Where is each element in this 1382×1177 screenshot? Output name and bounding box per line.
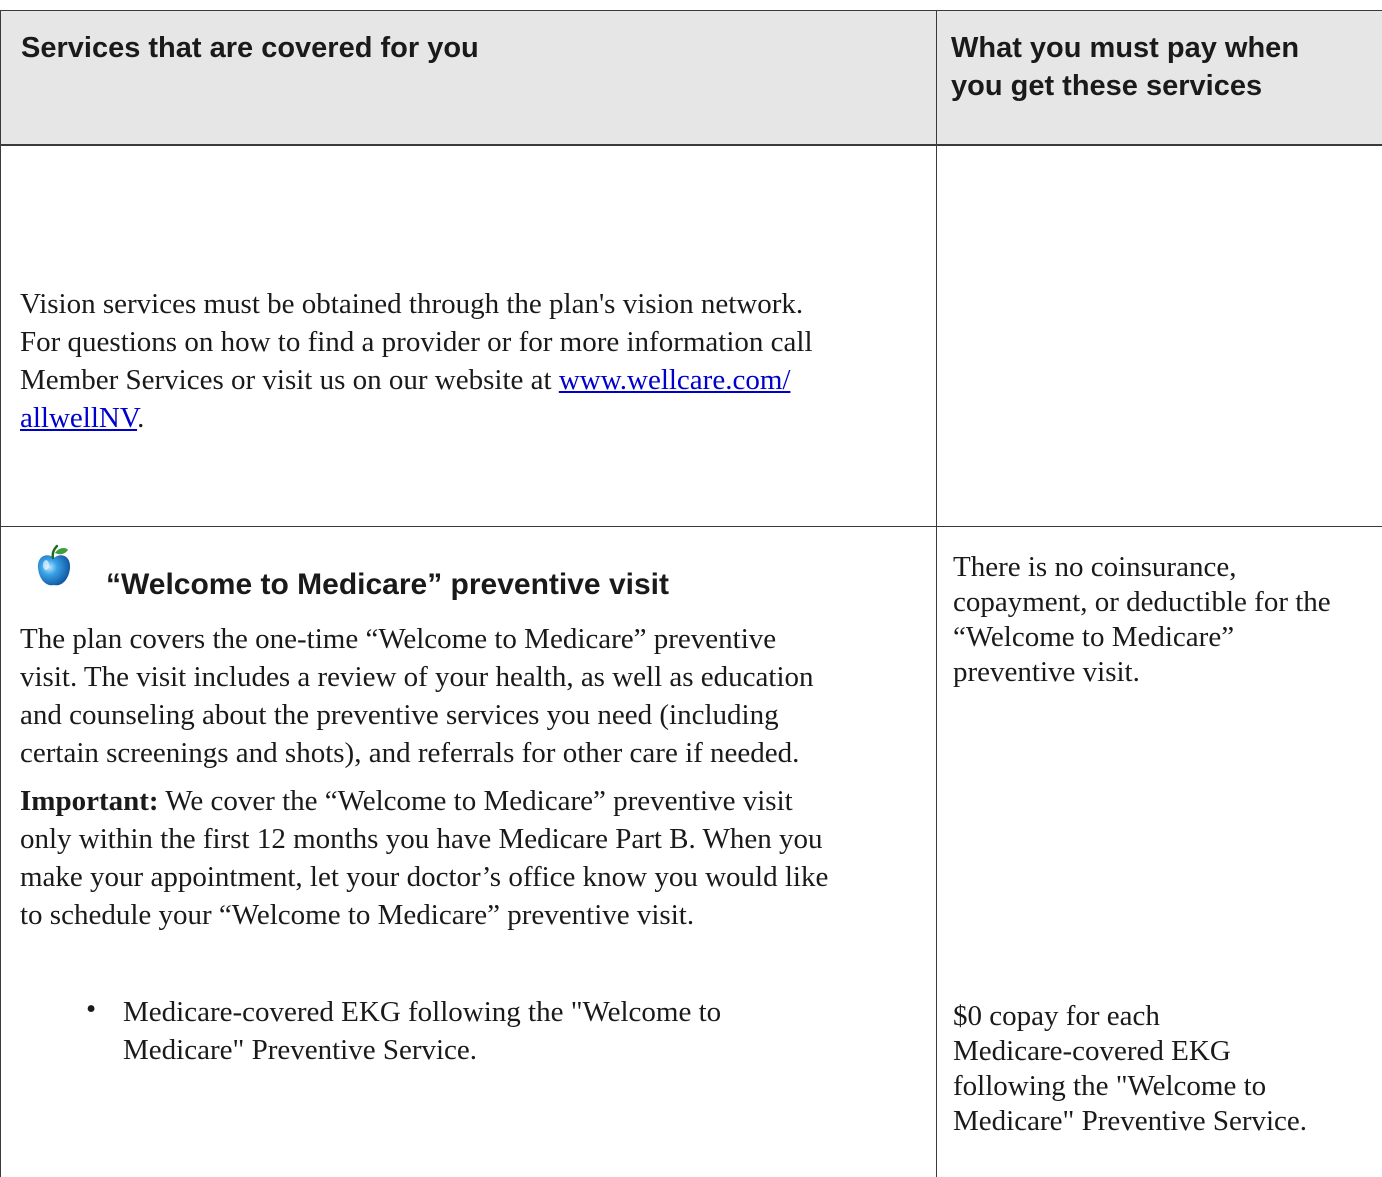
apple-icon [37,544,71,586]
ekg-cost-line1: $0 copay for each [953,1000,1160,1032]
table-left-border [0,10,1,1177]
vision-text-line1: Vision services must be obtained through… [20,288,804,320]
important-line2: only within the first 12 months you have… [20,823,823,855]
ekg-bullet: • [86,993,97,1025]
header-what-you-pay-line2: you get these services [951,70,1263,102]
ekg-text-line2: Medicare" Preventive Service. [123,1034,478,1066]
header-bottom-border [0,144,1382,146]
ekg-text-line1: Medicare-covered EKG following the "Welc… [123,996,722,1028]
ekg-cost-line2: Medicare-covered EKG [953,1035,1231,1067]
wellcare-website-link-part1[interactable]: www.wellcare.com/ [559,364,791,396]
column-divider [936,10,937,1177]
welcome-to-medicare-title: “Welcome to Medicare” preventive visit [106,568,669,601]
vision-text-line3: Member Services or visit us on our websi… [20,361,790,399]
important-label: Important: [20,785,159,817]
welcome-desc-line1: The plan covers the one-time “Welcome to… [20,623,777,655]
header-services-covered: Services that are covered for you [21,32,479,64]
benefits-table: Services that are covered for you What y… [0,0,1382,1177]
header-top-border [0,10,1382,11]
welcome-desc-line3: and counseling about the preventive serv… [20,699,779,731]
important-line1-text: We cover the “Welcome to Medicare” preve… [158,785,793,817]
ekg-cost-line4: Medicare" Preventive Service. [953,1105,1308,1137]
welcome-cost-line2: copayment, or deductible for the [953,586,1331,618]
header-what-you-pay-line1: What you must pay when [951,32,1300,64]
welcome-cost-line4: preventive visit. [953,656,1140,688]
welcome-desc-line2: visit. The visit includes a review of yo… [20,661,814,693]
wellcare-website-link-part2[interactable]: allwellNV [20,402,137,434]
vision-text-line4-suffix: . [137,402,145,434]
vision-text-line3-prefix: Member Services or visit us on our websi… [20,364,559,396]
welcome-desc-line4: certain screenings and shots), and refer… [20,737,800,769]
important-line4: to schedule your “Welcome to Medicare” p… [20,899,695,931]
ekg-cost-line3: following the "Welcome to [953,1070,1267,1102]
important-line3: make your appointment, let your doctor’s… [20,861,829,893]
important-line1: Important: We cover the “Welcome to Medi… [20,782,793,820]
welcome-cost-line1: There is no coinsurance, [953,551,1237,583]
welcome-cost-line3: “Welcome to Medicare” [953,621,1235,653]
vision-text-line2: For questions on how to find a provider … [20,326,813,358]
row-divider [0,526,1382,527]
vision-text-line4: allwellNV. [20,399,144,437]
